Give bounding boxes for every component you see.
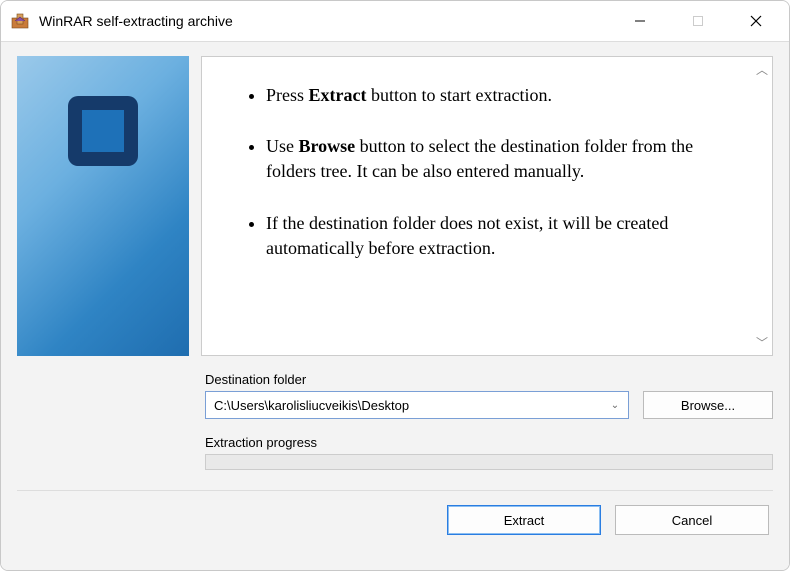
chevron-down-icon[interactable]: ⌄	[602, 392, 628, 418]
square-icon	[68, 96, 138, 166]
instruction-text: Press	[266, 85, 309, 105]
scroll-down-icon[interactable]: ﹀	[756, 334, 768, 351]
winrar-icon	[11, 12, 29, 30]
destination-section: Destination folder ⌄ Browse...	[17, 372, 773, 419]
instruction-item: If the destination folder does not exist…	[266, 211, 736, 261]
instruction-bold: Extract	[309, 85, 367, 105]
cancel-button[interactable]: Cancel	[615, 505, 769, 535]
window-controls	[611, 1, 785, 41]
window-title: WinRAR self-extracting archive	[39, 13, 611, 29]
instruction-bold: Browse	[299, 136, 356, 156]
instruction-item: Press Extract button to start extraction…	[266, 83, 736, 108]
instructions-panel: ︿ Press Extract button to start extracti…	[201, 56, 773, 356]
upper-panel: ︿ Press Extract button to start extracti…	[17, 56, 773, 356]
titlebar: WinRAR self-extracting archive	[1, 1, 789, 41]
destination-combobox[interactable]: ⌄	[205, 391, 629, 419]
maximize-button	[669, 1, 727, 41]
extract-button[interactable]: Extract	[447, 505, 601, 535]
progress-label: Extraction progress	[17, 435, 773, 450]
side-graphic-panel	[17, 56, 189, 356]
minimize-button[interactable]	[611, 1, 669, 41]
instruction-item: Use Browse button to select the destinat…	[266, 134, 736, 184]
progress-bar	[205, 454, 773, 470]
scroll-up-icon[interactable]: ︿	[756, 61, 768, 78]
instruction-text: Use	[266, 136, 299, 156]
instruction-text: If the destination folder does not exist…	[266, 213, 668, 258]
destination-input[interactable]	[206, 392, 602, 418]
close-button[interactable]	[727, 1, 785, 41]
browse-button[interactable]: Browse...	[643, 391, 773, 419]
destination-label: Destination folder	[17, 372, 773, 387]
winrar-sfx-window: WinRAR self-extracting archive ︿	[0, 0, 790, 571]
button-row: Extract Cancel	[17, 491, 773, 535]
instruction-text: button to start extraction.	[367, 85, 552, 105]
content-area: ︿ Press Extract button to start extracti…	[1, 41, 789, 570]
